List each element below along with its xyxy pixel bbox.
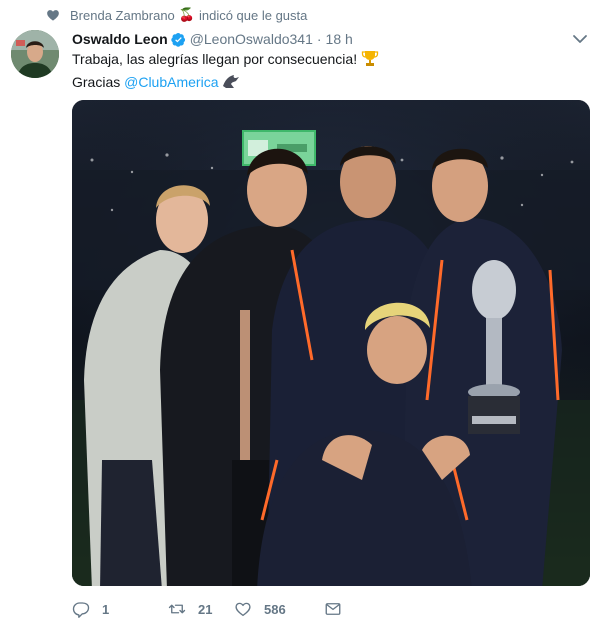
retweet-icon: [168, 604, 186, 614]
reply-icon: [72, 602, 90, 618]
author-handle[interactable]: @LeonOswaldo341: [190, 31, 313, 47]
tweet-header: Oswaldo Leon @LeonOswaldo341 · 18 h: [72, 29, 353, 49]
eagle-icon: [223, 75, 240, 88]
tweet-actions: 1 21 586: [72, 598, 342, 620]
trophy-icon: [361, 51, 379, 66]
trophy-emoji: [361, 49, 379, 72]
mention-link[interactable]: @ClubAmerica: [124, 74, 218, 90]
tweet-text: Trabaja, las alegrías llegan por consecu…: [72, 49, 379, 95]
avatar[interactable]: [11, 30, 59, 78]
message-icon: [325, 603, 341, 615]
tweet-line-2-prefix: Gracias: [72, 74, 121, 90]
like-count: 586: [264, 601, 286, 617]
direct-message-button[interactable]: [324, 600, 342, 618]
cherry-emoji: 🍒: [178, 7, 195, 22]
social-context-action: indicó que le gusta: [198, 7, 308, 23]
liker-name[interactable]: Brenda Zambrano: [70, 8, 175, 23]
like-button[interactable]: 586: [234, 600, 324, 618]
caret-down-icon[interactable]: [572, 33, 588, 45]
tweet-line-1: Trabaja, las alegrías llegan por consecu…: [72, 49, 379, 72]
verified-badge-icon: [171, 32, 185, 47]
like-icon: [235, 602, 251, 617]
team-photo-image: [72, 100, 590, 586]
retweet-button[interactable]: 21: [168, 600, 234, 618]
tweet-line-1-text: Trabaja, las alegrías llegan por consecu…: [72, 51, 358, 67]
tweet-photo[interactable]: [72, 100, 590, 586]
reply-count: 1: [102, 601, 110, 617]
avatar-image: [11, 30, 59, 78]
tweet-line-2: Gracias @ClubAmerica: [72, 72, 379, 95]
header-separator: ·: [316, 31, 322, 47]
social-context: Brenda Zambrano 🍒 indicó que le gusta: [46, 6, 307, 24]
heart-icon: [47, 10, 59, 21]
eagle-emoji: [222, 72, 240, 95]
author-name[interactable]: Oswaldo Leon: [72, 31, 168, 47]
reply-button[interactable]: 1: [72, 600, 168, 618]
retweet-count: 21: [198, 601, 213, 617]
tweet-timestamp[interactable]: 18 h: [326, 31, 353, 47]
